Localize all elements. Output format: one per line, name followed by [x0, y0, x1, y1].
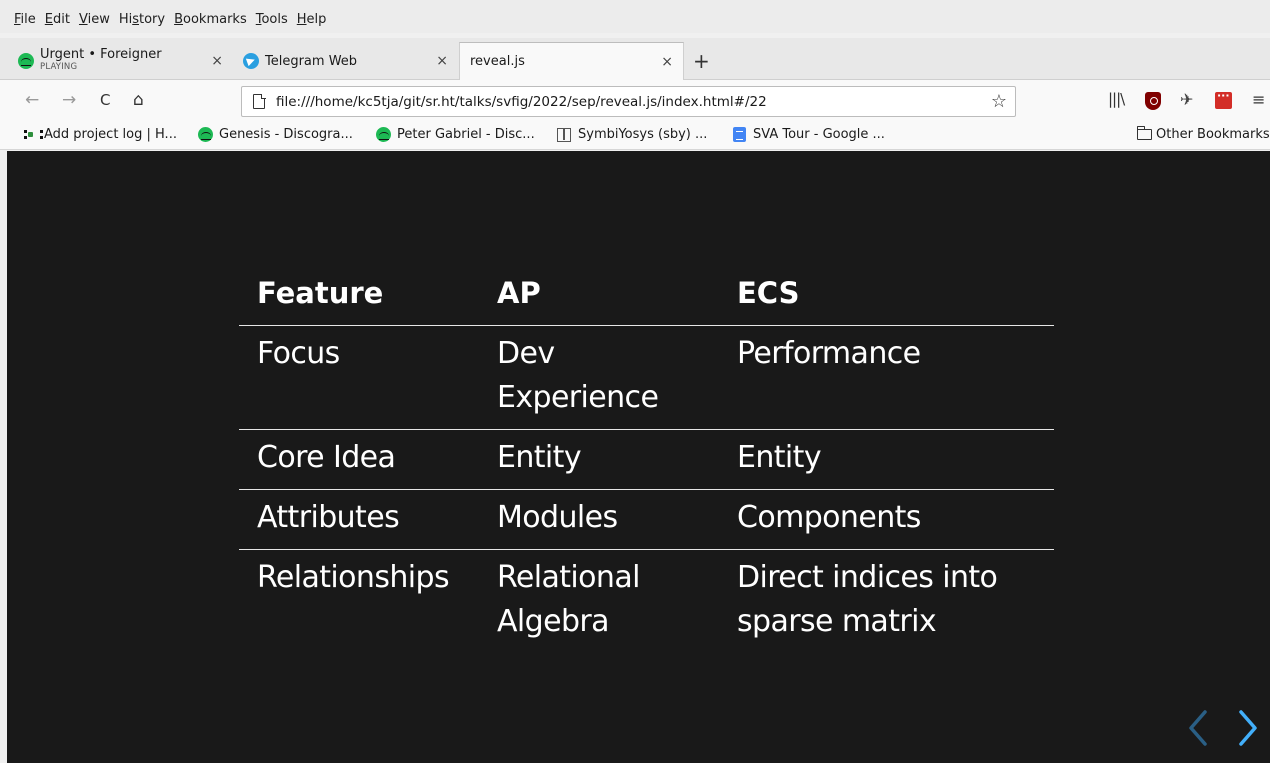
header-feature: Feature	[239, 263, 479, 326]
url-bar[interactable]: file:///home/kc5tja/git/sr.ht/talks/svfi…	[241, 86, 1016, 117]
bookmark-label: SVA Tour - Google ...	[753, 127, 885, 142]
bookmark-peter-gabriel[interactable]: Peter Gabriel - Disc...	[376, 127, 535, 142]
cell-line: sparse matrix	[737, 604, 937, 639]
bookmark-sva-tour[interactable]: SVA Tour - Google ...	[733, 127, 885, 142]
bookmarks-toolbar: Add project log | H... Genesis - Discogr…	[0, 122, 1270, 150]
close-tab-icon[interactable]: ×	[211, 53, 223, 69]
table-cell: Relational Algebra	[479, 550, 719, 654]
bookmark-label: Add project log | H...	[44, 127, 177, 142]
tab-title: reveal.js	[470, 54, 525, 69]
cell-line: Direct indices into	[737, 560, 998, 595]
other-bookmarks-label: Other Bookmarks	[1156, 127, 1270, 142]
ublock-origin-icon[interactable]	[1145, 92, 1161, 110]
hamburger-menu-icon[interactable]: ≡	[1252, 90, 1265, 109]
library-icon[interactable]: |||\	[1108, 90, 1125, 108]
navigation-toolbar: ← → C ⌂ file:///home/kc5tja/git/sr.ht/ta…	[0, 80, 1270, 122]
menu-history[interactable]: History	[119, 12, 165, 28]
table-cell: Components	[719, 489, 1054, 550]
url-text[interactable]: file:///home/kc5tja/git/sr.ht/talks/svfi…	[276, 94, 767, 110]
telegram-icon	[243, 53, 259, 69]
extension-pin-icon[interactable]: ✈	[1180, 90, 1193, 109]
folder-icon	[1136, 126, 1152, 140]
next-slide-arrow-icon[interactable]	[1233, 708, 1263, 748]
table-row: Focus Dev Experience Performance	[239, 325, 1054, 430]
spotify-icon	[18, 53, 34, 69]
other-bookmarks[interactable]: Other Bookmarks	[1136, 126, 1270, 142]
table-cell: Relationships	[257, 560, 450, 595]
menu-bar: File Edit View History Bookmarks Tools H…	[0, 0, 1270, 33]
menu-view[interactable]: View	[79, 12, 110, 28]
menu-bookmarks[interactable]: Bookmarks	[174, 12, 247, 28]
cell-line: Dev	[497, 336, 555, 371]
table-cell: Modules	[479, 489, 719, 550]
menu-edit[interactable]: Edit	[45, 12, 70, 28]
header-ap: AP	[479, 263, 719, 326]
header-ecs: ECS	[719, 263, 1054, 326]
document-icon	[733, 127, 746, 142]
close-tab-icon[interactable]: ×	[436, 53, 448, 69]
menu-help[interactable]: Help	[297, 12, 327, 28]
tab-title: Urgent • Foreigner	[40, 47, 162, 62]
bookmark-hackaday[interactable]: Add project log | H...	[23, 127, 177, 142]
bookmark-label: Genesis - Discogra...	[219, 127, 353, 142]
cell-line: Performance	[737, 336, 921, 371]
tab-spotify[interactable]: Urgent • Foreigner PLAYING ×	[8, 42, 233, 80]
back-button[interactable]: ←	[25, 91, 39, 109]
tab-telegram[interactable]: Telegram Web ×	[233, 42, 458, 80]
table-cell: Attributes	[239, 489, 479, 550]
table-cell: Performance	[719, 325, 1054, 430]
table-row: Core Idea Entity Entity	[239, 429, 1054, 490]
table-cell: Entity	[719, 429, 1054, 490]
new-tab-button[interactable]: +	[693, 49, 710, 73]
table-header-row: Feature AP ECS	[239, 263, 1054, 326]
bookmark-label: Peter Gabriel - Disc...	[397, 127, 535, 142]
tab-strip: Urgent • Foreigner PLAYING × Telegram We…	[0, 38, 1270, 80]
close-tab-icon[interactable]: ×	[661, 54, 673, 70]
tab-reveal-js[interactable]: reveal.js ×	[459, 42, 684, 80]
page-icon	[253, 93, 266, 109]
table-cell: Dev Experience	[479, 325, 719, 430]
bookmark-label: SymbiYosys (sby) ...	[578, 127, 708, 142]
book-icon	[557, 127, 571, 142]
reload-button[interactable]: C	[100, 91, 110, 109]
bookmark-star-icon[interactable]: ☆	[991, 91, 1007, 112]
spotify-icon	[376, 127, 391, 142]
table-cell: Core Idea	[239, 429, 479, 490]
forward-button[interactable]: →	[62, 91, 76, 109]
tab-playing-label: PLAYING	[40, 62, 78, 72]
table-cell: Direct indices into sparse matrix	[719, 550, 1054, 654]
table-cell: Entity	[479, 429, 719, 490]
menu-file[interactable]: File	[14, 12, 36, 28]
table-row: Relationships Relational Algebra Direct i…	[239, 550, 1054, 654]
bookmark-symbiyosys[interactable]: SymbiYosys (sby) ...	[557, 127, 707, 142]
menu-tools[interactable]: Tools	[256, 12, 288, 28]
cell-line: Experience	[497, 380, 659, 415]
page-content: Feature AP ECS Focus Dev Experience Perfo…	[0, 151, 1270, 763]
table-row: Attributes Modules Components	[239, 489, 1054, 550]
hackaday-icon	[23, 128, 43, 141]
comparison-table: Feature AP ECS Focus Dev Experience Perfo…	[239, 263, 1054, 653]
table-cell: Focus	[239, 325, 479, 430]
home-button[interactable]: ⌂	[133, 91, 144, 109]
bookmark-genesis[interactable]: Genesis - Discogra...	[198, 127, 353, 142]
spotify-icon	[198, 127, 213, 142]
tab-title: Telegram Web	[265, 53, 358, 69]
lastpass-icon[interactable]	[1215, 89, 1232, 109]
reveal-slide: Feature AP ECS Focus Dev Experience Perfo…	[7, 151, 1270, 763]
cell-line: Algebra	[497, 604, 610, 639]
previous-slide-arrow-icon[interactable]	[1183, 708, 1213, 748]
cell-line: Relational	[497, 560, 640, 595]
